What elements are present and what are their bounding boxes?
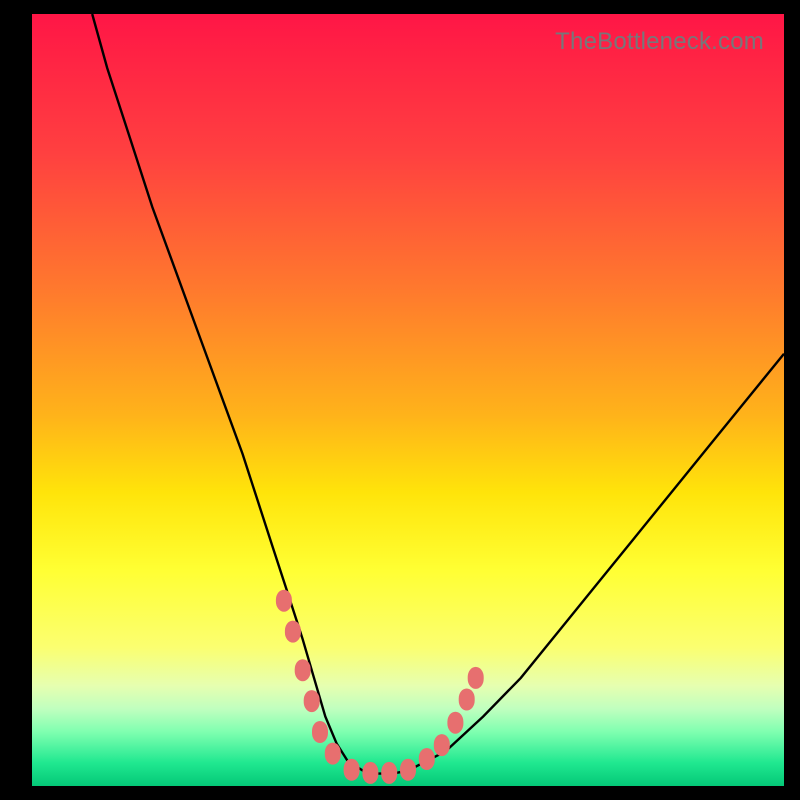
marker-dot <box>419 748 435 770</box>
chart-plot-area: TheBottleneck.com <box>32 14 784 786</box>
trough-markers <box>276 590 484 784</box>
marker-dot <box>362 762 378 784</box>
marker-dot <box>276 590 292 612</box>
marker-dot <box>447 712 463 734</box>
marker-dot <box>325 743 341 765</box>
marker-dot <box>468 667 484 689</box>
marker-dot <box>344 759 360 781</box>
marker-dot <box>381 762 397 784</box>
marker-dot <box>434 734 450 756</box>
marker-dot <box>285 621 301 643</box>
marker-dot <box>295 659 311 681</box>
marker-dot <box>312 721 328 743</box>
curve-layer <box>32 14 784 786</box>
marker-dot <box>459 689 475 711</box>
marker-dot <box>304 690 320 712</box>
marker-dot <box>400 759 416 781</box>
bottleneck-curve <box>92 14 784 774</box>
